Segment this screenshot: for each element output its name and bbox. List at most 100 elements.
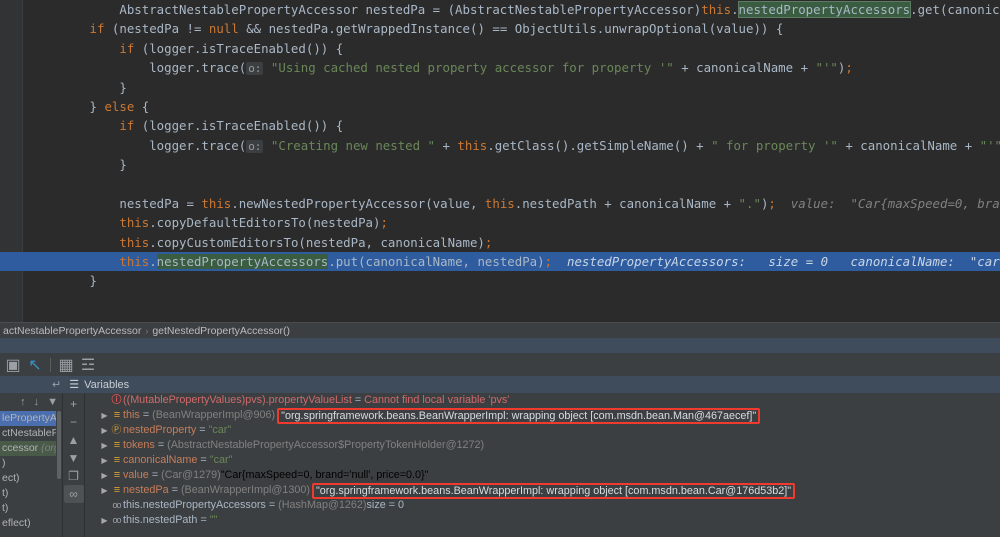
frames-panel[interactable]: ↑ ↓ ▼ lePropertyAcc ctNestablePro ccessor (o… — [0, 393, 62, 537]
variable-value: "car" — [209, 454, 233, 466]
code-token: this — [201, 195, 232, 211]
frame-list-item[interactable]: t) — [0, 486, 56, 501]
code-token: } — [0, 79, 127, 95]
add-watch-button[interactable]: + — [64, 395, 84, 413]
code-token: "Using cached nested property accessor f… — [270, 60, 674, 76]
code-line[interactable]: if (logger.isTraceEnabled()) { — [0, 116, 1000, 135]
variable-row[interactable]: ▶ oo this.nestedPath = "" — [85, 513, 1000, 528]
frame-list-item[interactable]: lePropertyAcc — [0, 411, 56, 426]
expand-arrow-icon[interactable]: ▶ — [99, 408, 110, 423]
frame-up-icon[interactable]: ↑ — [20, 396, 26, 408]
settings-icon[interactable]: ☲ — [78, 355, 98, 375]
debugger-tabs-row[interactable]: ↵ ☰ Variables — [0, 376, 1000, 393]
variable-equals: = — [199, 424, 206, 436]
remove-watch-button[interactable]: − — [64, 413, 84, 431]
frame-list-item[interactable]: ccessor (org. — [0, 441, 56, 456]
frame-list-item[interactable]: eflect) — [0, 516, 56, 531]
frame-list-item[interactable]: t) — [0, 501, 56, 516]
variable-equals: = — [268, 499, 276, 511]
code-editor[interactable]: AbstractNestablePropertyAccessor nestedP… — [0, 0, 1000, 322]
expand-arrow-icon[interactable]: ▶ — [99, 483, 110, 498]
frames-scrollbar-thumb[interactable] — [57, 411, 61, 479]
code-line[interactable]: if (nestedPa != null && nestedPa.getWrap… — [0, 19, 1000, 38]
variable-row[interactable]: ▶ ≡ nestedPa = (BeanWrapperImpl@1300) "org.s… — [85, 482, 1000, 499]
tab-variables-label: Variables — [84, 378, 130, 391]
add-to-watches-icon[interactable]: ↖ — [25, 355, 45, 375]
code-token: . — [149, 254, 157, 270]
variable-row[interactable]: ▶ ⓅnestedProperty = "car" — [85, 423, 1000, 438]
code-line[interactable]: logger.trace(o: "Using cached nested pro… — [0, 58, 1000, 77]
variable-row[interactable]: ▶ⓘ((MutablePropertyValues)pvs).propertyV… — [85, 393, 1000, 408]
watches-toolbar[interactable]: + − ▲ ▼ ❐ ∞ — [62, 393, 84, 537]
code-line-text: this.nestedPropertyAccessors.put(canonic… — [0, 252, 552, 271]
code-line-text: if (logger.isTraceEnabled()) { — [0, 39, 343, 58]
code-line-current-execution[interactable]: this.nestedPropertyAccessors.put(canonic… — [0, 252, 1000, 272]
expand-arrow-icon[interactable]: ▶ — [99, 453, 110, 468]
frame-list-item[interactable]: ) — [0, 456, 56, 471]
expand-arrow-icon[interactable]: ▶ — [99, 423, 110, 438]
debugger-toolbar[interactable]: ▣ ↖ ▦ ☲ — [0, 353, 1000, 377]
variable-reference: (BeanWrapperImpl@1300) — [180, 484, 310, 496]
show-values-inline-icon[interactable]: ▦ — [56, 355, 76, 375]
code-token: ; — [768, 195, 776, 211]
code-line-text: AbstractNestablePropertyAccessor nestedP… — [0, 0, 1000, 19]
copy-value-button[interactable]: ❐ — [64, 467, 84, 485]
code-line[interactable]: } — [0, 155, 1000, 174]
expand-arrow-icon[interactable]: ▶ — [99, 438, 110, 453]
code-line[interactable]: if (logger.isTraceEnabled()) { — [0, 39, 1000, 58]
frame-down-icon[interactable]: ↓ — [34, 396, 40, 408]
code-line-text: if (nestedPa != null && nestedPa.getWrap… — [0, 19, 784, 38]
toggle-object-view-button[interactable]: ∞ — [63, 485, 84, 503]
frames-toolbar[interactable]: ↑ ↓ ▼ — [0, 393, 62, 411]
code-line[interactable]: nestedPa = this.newNestedPropertyAccesso… — [0, 194, 1000, 213]
breadcrumb[interactable]: actNestablePropertyAccessor › getNestedP… — [0, 322, 1000, 338]
code-line[interactable]: } else { — [0, 97, 1000, 116]
code-token: .newNestedPropertyAccessor(value, — [231, 195, 485, 211]
variable-row[interactable]: ▶ ≡ tokens = (AbstractNestablePropertyAccess… — [85, 438, 1000, 453]
code-line[interactable]: this.copyCustomEditorsTo(nestedPa, canon… — [0, 233, 1000, 252]
move-down-button[interactable]: ▼ — [64, 449, 84, 467]
code-line[interactable] — [0, 291, 1000, 310]
code-lines-container[interactable]: AbstractNestablePropertyAccessor nestedP… — [0, 0, 1000, 322]
variable-row[interactable]: ▶oothis.nestedPropertyAccessors=(HashMap… — [85, 498, 1000, 513]
variable-row[interactable]: ▶ ≡ this = (BeanWrapperImpl@906) "org.spring… — [85, 407, 1000, 424]
code-token: AbstractNestablePropertyAccessor nestedP… — [119, 2, 702, 17]
inline-debug-hint: nestedPropertyAccessors: size = 0 canoni… — [566, 254, 1000, 270]
code-line[interactable]: } — [0, 78, 1000, 97]
evaluate-expression-icon[interactable]: ▣ — [3, 355, 23, 375]
code-line[interactable]: AbstractNestablePropertyAccessor nestedP… — [0, 0, 1000, 19]
breadcrumb-method[interactable]: getNestedPropertyAccessor() — [149, 325, 293, 337]
variable-value-highlighted: "org.springframework.beans.BeanWrapperIm… — [311, 482, 796, 499]
code-token: .copyCustomEditorsTo(nestedPa, canonical… — [149, 234, 485, 250]
parameter-icon: Ⓟ — [111, 425, 122, 436]
move-up-button[interactable]: ▲ — [64, 431, 84, 449]
breadcrumb-class[interactable]: actNestablePropertyAccessor — [0, 325, 144, 337]
frames-list[interactable]: lePropertyAcc ctNestablePro ccessor (org.)… — [0, 411, 56, 537]
code-line[interactable] — [0, 175, 1000, 194]
frames-scrollbar[interactable] — [56, 411, 62, 537]
code-token: this — [484, 195, 515, 211]
variable-row[interactable]: ▶ ≡ value = (Car@1279) "Car{maxSpeed=0, bran… — [85, 468, 1000, 483]
code-line[interactable]: } — [0, 271, 1000, 290]
code-token: (nestedPa != — [104, 21, 209, 37]
code-token: "." — [738, 195, 761, 211]
frame-filter-icon[interactable]: ▼ — [47, 396, 58, 408]
code-token: ; — [845, 60, 853, 76]
variable-reference: (Car@1279) — [161, 469, 221, 481]
expand-arrow-icon[interactable]: ▶ — [99, 468, 110, 483]
frame-list-item[interactable]: ctNestablePro — [0, 426, 56, 441]
code-line[interactable]: this.copyDefaultEditorsTo(nestedPa); — [0, 213, 1000, 232]
code-line[interactable] — [0, 310, 1000, 322]
frame-list-item[interactable]: ect) — [0, 471, 56, 486]
frame-class-name: eflect) — [2, 517, 31, 529]
variable-equals: = — [157, 439, 165, 451]
variables-panel[interactable]: ▶ⓘ((MutablePropertyValues)pvs).propertyV… — [84, 393, 1000, 537]
variable-equals: = — [151, 469, 159, 481]
restore-layout-icon[interactable]: ↵ — [52, 378, 61, 391]
debug-tool-window: ▣↖ ▦☲ ↵ ☰ Variables ↑ ↓ ▼ lePropertyAcc ctNe… — [0, 338, 1000, 537]
tab-variables[interactable]: ☰ Variables — [61, 376, 137, 393]
expand-arrow-icon[interactable]: ▶ — [99, 513, 110, 528]
variable-row[interactable]: ▶ ≡ canonicalName = "car" — [85, 453, 1000, 468]
code-line[interactable]: logger.trace(o: "Creating new nested " +… — [0, 136, 1000, 155]
